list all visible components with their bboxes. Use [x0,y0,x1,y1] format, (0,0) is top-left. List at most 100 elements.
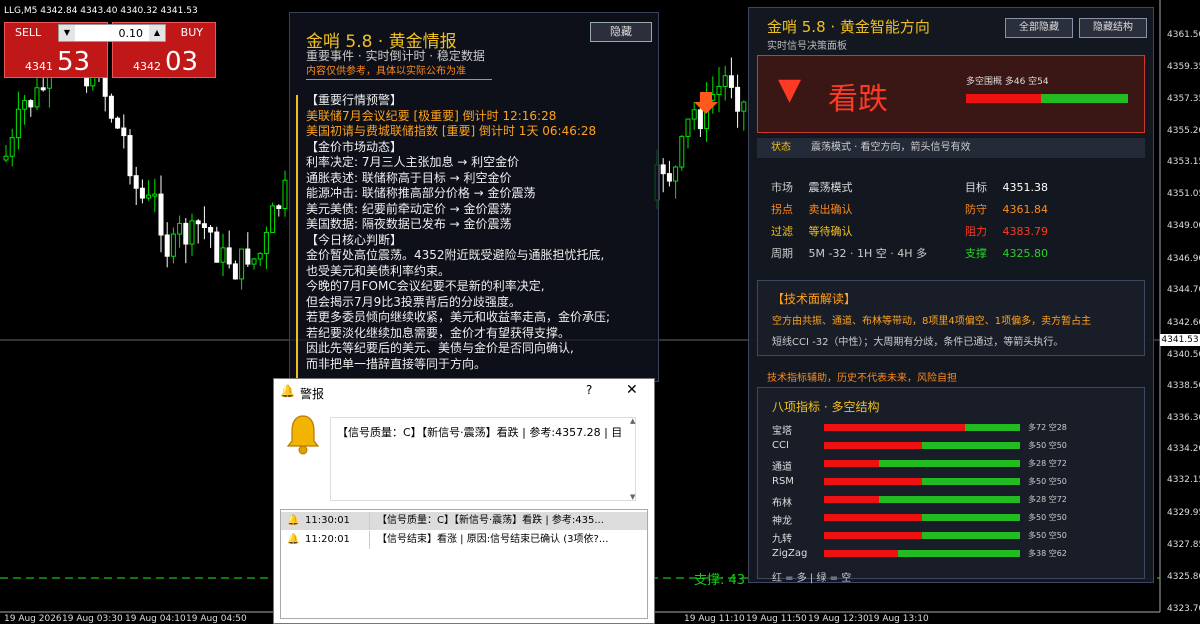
indicator-bull-fill [824,460,879,467]
bull-bear-bar [966,94,1128,103]
lot-stepper: ▼ 0.10 ▲ [58,24,166,42]
buy-price-small: 4342 [133,60,161,73]
indicator-row: 宝塔 多72 空28 [772,420,1142,437]
divider [306,79,492,80]
price-tick-label: 4353.15 [1167,157,1200,167]
period-key: 周期 [771,247,793,260]
indicator-bar [824,550,1020,557]
intel-line: 【今日核心判断】 [306,232,403,247]
buy-price-big: 03 [165,47,199,77]
tech-analysis-box: 【技术面解读】 空方由共振、通道、布林等带动，8项里4项偏空、1项偏多，卖方暂占… [757,280,1145,356]
indicator-name: CCI [772,440,789,451]
alert-row[interactable]: 🔔 11:30:01 【信号质量：C】【新信号·震荡】看跌 | 参考:435... [281,512,647,530]
bear-candle [127,135,133,177]
column-divider [369,512,370,530]
price-tick-label: 4349.00 [1167,221,1200,231]
support-row: 支撑 4325.80 [965,245,1048,261]
hide-all-button[interactable]: 全部隐藏 [1005,18,1073,38]
direction-title: 金哨 5.8 · 黄金智能方向 [767,18,930,36]
bull-candle [177,222,183,235]
indicator-box: 八项指标 · 多空结构 宝塔 多72 空28 CCI 多50 空50 通道 多28 空72… [757,387,1145,584]
indicator-bar [824,478,1020,485]
bull-candle [15,108,21,139]
bull-candle [146,194,152,199]
bull-fill [966,94,1041,103]
intel-panel: 金哨 5.8 · 黄金情报 重要事件 · 实时倒计时 · 稳定数据 内容仅供参考… [289,12,659,382]
scroll-down-icon[interactable]: ▼ [630,493,635,501]
bull-candle [251,258,257,265]
intel-line: 【金价市场动态】 [306,139,403,154]
direction-panel: 金哨 5.8 · 黄金智能方向 实时信号决策面板 全部隐藏 隐藏结构 ▼ 看跌 … [748,7,1154,584]
indicator-ratio: 多50 空50 [1028,477,1067,486]
intel-disclaimer: 内容仅供参考，具体以实际公布为准 [306,66,466,77]
bull-candle [170,233,176,257]
bear-candle [208,226,214,233]
message-scrollbar[interactable]: ▲ ▼ [630,417,642,501]
price-tick-label: 4338.50 [1167,381,1200,391]
indicator-bull-fill [824,496,879,503]
filter-row: 过滤 等待确认 [771,223,853,239]
defend-row: 防守 4361.84 [965,201,1048,217]
alert-message: 【信号质量：C】【新信号·震荡】看跌 | 参考:4357.28 | 目 [330,417,636,501]
alert-text: 【信号结束】看涨 | 原因:信号结束已确认 (3项依?... [377,534,609,545]
sell-label: SELL [15,26,42,39]
hide-structure-button[interactable]: 隐藏结构 [1079,18,1147,38]
price-tick-label: 4344.70 [1167,285,1200,295]
time-tick-label: 19 Aug 2026 [4,614,62,624]
bull-candle [673,166,679,182]
time-tick-label: 19 Aug 03:30 [62,614,123,624]
lot-decrease-icon[interactable]: ▼ [59,25,75,41]
alert-row[interactable]: 🔔 11:20:01 【信号结束】看涨 | 原因:信号结束已确认 (3项依?... [281,531,647,549]
intel-line: 若更多委员倾向继续收紧，美元和收益率走高，金价承压; [306,310,611,324]
indicator-ratio: 多50 空50 [1028,441,1067,450]
price-tick-label: 4357.35 [1167,94,1200,104]
bear-candle [133,175,139,189]
target-row: 目标 4351.38 [965,179,1048,195]
price-tick-label: 4342.60 [1167,318,1200,328]
bear-candle [121,127,127,137]
bull-candle [34,87,40,108]
indicator-name: 宝塔 [772,426,792,437]
symbol-info: LLG,M5 4342.84 4343.40 4340.32 4341.53 [4,6,198,16]
lot-increase-icon[interactable]: ▲ [149,25,165,41]
market-value: 震荡模式 [808,181,853,194]
indicator-name: 布林 [772,498,792,509]
price-tick-label: 4325.80 [1167,572,1200,582]
indicator-row: 布林 多28 空72 [772,492,1142,509]
state-value: 震荡模式 · 看空方向，箭头信号有效 [811,142,971,153]
indicator-name: 通道 [772,462,792,473]
bear-candle [158,193,164,236]
indicator-legend: 红 = 多 | 绿 = 空 [772,573,852,584]
intel-line: 因此先等纪要后的美元、美债与金价是否同向确认, [306,341,574,355]
indicator-bar [824,442,1020,449]
bull-candle [22,100,28,110]
indicator-ratio: 多50 空50 [1028,531,1067,540]
indicator-row: 神龙 多50 空50 [772,510,1142,527]
indicator-row: ZigZag 多38 空62 [772,546,1142,562]
hide-intel-button[interactable]: 隐藏 [590,22,652,42]
bull-candle [239,248,245,280]
bull-candle [679,135,685,168]
time-tick-label: 19 Aug 12:30 [808,614,869,624]
bull-candle [257,252,263,260]
bull-candle [282,179,288,209]
accent-bar [296,95,298,381]
support-key: 支撑 [965,247,987,260]
bear-candle [276,205,282,209]
filter-key: 过滤 [771,225,793,238]
indicator-name: ZigZag [772,548,808,559]
lot-input[interactable]: 0.10 [75,27,149,40]
help-button[interactable]: ? [586,383,592,397]
bear-candle [102,76,108,97]
column-divider [369,531,370,549]
resist-value: 4383.79 [1002,225,1049,238]
alert-title: 警报 [300,387,325,401]
bull-candle [3,155,9,161]
scroll-up-icon[interactable]: ▲ [630,417,642,425]
close-button[interactable]: ✕ [626,382,638,398]
bear-candle [139,187,145,199]
indicator-ratio: 多28 空72 [1028,459,1067,468]
alert-titlebar[interactable]: 🔔 警报 ? ✕ [274,379,654,405]
defend-key: 防守 [965,203,987,216]
indicator-bar [824,496,1020,503]
